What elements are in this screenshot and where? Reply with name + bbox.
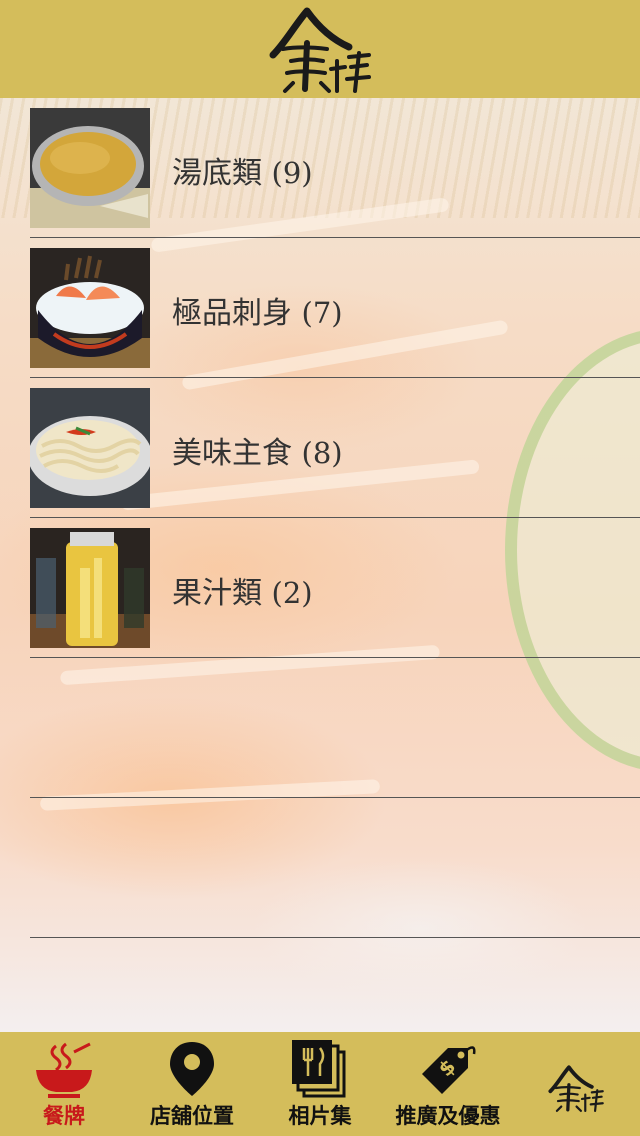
category-row-sashimi[interactable]: 極品刺身 (7) [0, 238, 640, 378]
category-list: 湯底類 (9) 極品刺身 (7) 美味主食 (8) 果汁類 (2) [0, 98, 640, 938]
bowl-icon [36, 1042, 92, 1098]
category-label: 極品刺身 (7) [172, 296, 343, 331]
empty-row [0, 798, 640, 938]
juice-jar-photo [30, 528, 150, 648]
noodles-plate-photo [30, 388, 150, 508]
tab-promotions[interactable]: $ 推廣及優惠 [384, 1032, 512, 1136]
category-label: 果汁類 (2) [172, 576, 313, 611]
tab-store-location[interactable]: 店舖位置 [128, 1032, 256, 1136]
sashimi-bowl-photo [30, 248, 150, 368]
tab-menu[interactable]: 餐牌 [0, 1032, 128, 1136]
category-row-juice[interactable]: 果汁類 (2) [0, 518, 640, 658]
tab-label: 相片集 [288, 1104, 352, 1128]
tab-label: 推廣及優惠 [395, 1104, 501, 1128]
category-row-soup-base[interactable]: 湯底類 (9) [0, 98, 640, 238]
bottom-tab-bar: 餐牌 店舖位置 相片集 $ 推廣及優惠 金撈 [0, 1032, 640, 1136]
tabbar-logo: 金撈 [512, 1032, 640, 1136]
app-header: 金撈 [0, 0, 640, 98]
tab-photo-gallery[interactable]: 相片集 [256, 1032, 384, 1136]
category-row-staple[interactable]: 美味主食 (8) [0, 378, 640, 518]
brand-logo: 金撈 [269, 7, 371, 93]
photo-album-icon [292, 1040, 346, 1098]
price-tag-icon: $ [422, 1046, 476, 1094]
tab-label: 餐牌 [43, 1104, 85, 1128]
brand-logo: 金撈 [548, 1065, 604, 1112]
category-label: 湯底類 (9) [172, 156, 313, 191]
empty-row [0, 658, 640, 798]
soup-pot-photo [30, 108, 150, 228]
map-pin-icon [170, 1042, 214, 1096]
tab-label: 店舖位置 [150, 1104, 234, 1128]
category-label: 美味主食 (8) [172, 436, 343, 471]
